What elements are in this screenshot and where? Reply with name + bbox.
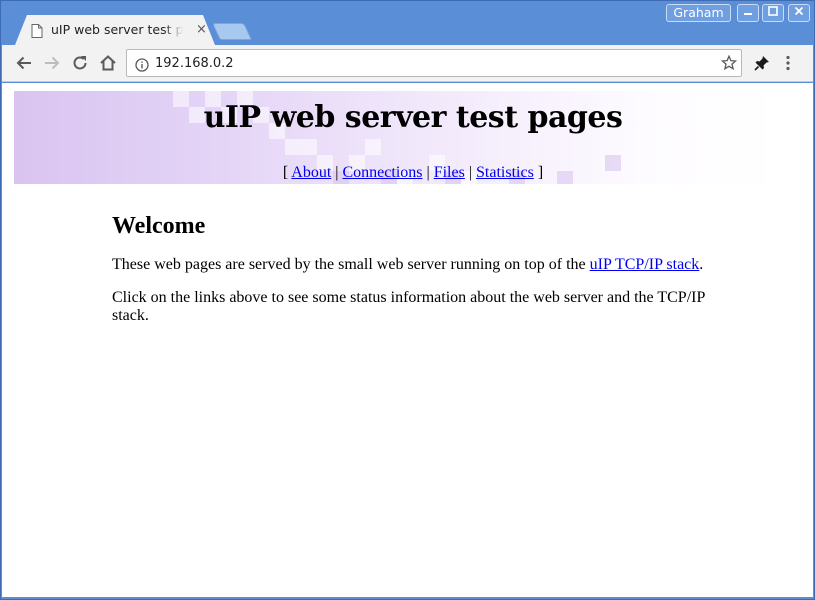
nav-open-bracket: [ (282, 164, 289, 181)
browser-window: uIP web server test pages × Graham (0, 0, 815, 600)
page-viewport: uIP web server test pages [ About | Conn… (2, 83, 813, 597)
uip-stack-link[interactable]: uIP TCP/IP stack (590, 256, 700, 273)
intro-paragraph: These web pages are served by the small … (112, 256, 712, 274)
close-window-button[interactable] (788, 4, 810, 22)
bookmark-star-icon[interactable] (720, 54, 738, 75)
address-bar[interactable]: 192.168.0.2 (126, 49, 742, 77)
page-icon (31, 23, 43, 42)
back-button[interactable] (14, 53, 34, 73)
menu-kebab-icon[interactable] (786, 55, 790, 75)
nav-close-bracket: ] (537, 164, 544, 181)
main-content: Welcome These web pages are served by th… (112, 213, 712, 340)
header-banner: uIP web server test pages [ About | Conn… (14, 91, 778, 184)
maximize-button[interactable] (762, 4, 784, 22)
instructions-paragraph: Click on the links above to see some sta… (112, 289, 705, 324)
home-button[interactable] (98, 53, 118, 73)
nav-links: [ About | Connections | Files | Statisti… (14, 164, 778, 182)
tab-title: uIP web server test pages (51, 22, 183, 37)
url-text[interactable]: 192.168.0.2 (155, 56, 234, 71)
maximize-icon (768, 6, 778, 16)
tab-active[interactable]: uIP web server test pages × (15, 15, 215, 45)
minimize-icon (744, 13, 752, 15)
site-title: uIP web server test pages (203, 100, 623, 135)
forward-button[interactable] (42, 53, 62, 73)
info-icon[interactable] (135, 57, 149, 76)
minimize-button[interactable] (737, 4, 759, 22)
tab-close-icon[interactable]: × (196, 22, 207, 37)
profile-button[interactable]: Graham (666, 4, 731, 22)
intro-period: . (699, 256, 704, 273)
nav-link-statistics[interactable]: Statistics (476, 164, 534, 181)
page-heading: Welcome (112, 213, 206, 239)
new-tab-button[interactable] (212, 23, 252, 40)
extension-pin-icon[interactable] (754, 55, 770, 75)
nav-separator: | (426, 164, 430, 181)
intro-text: These web pages are served by the small … (112, 256, 590, 273)
nav-link-connections[interactable]: Connections (343, 164, 423, 181)
close-icon (794, 6, 804, 16)
nav-separator: | (335, 164, 339, 181)
nav-separator: | (468, 164, 473, 181)
back-arrow-icon (16, 56, 31, 70)
reload-icon (73, 56, 87, 70)
nav-link-files[interactable]: Files (434, 164, 465, 181)
forward-arrow-icon (45, 56, 60, 70)
browser-toolbar: 192.168.0.2 (2, 45, 813, 82)
home-icon (100, 55, 116, 71)
reload-button[interactable] (70, 53, 90, 73)
title-bar: uIP web server test pages × Graham (1, 1, 814, 45)
nav-link-about[interactable]: About (291, 164, 331, 181)
